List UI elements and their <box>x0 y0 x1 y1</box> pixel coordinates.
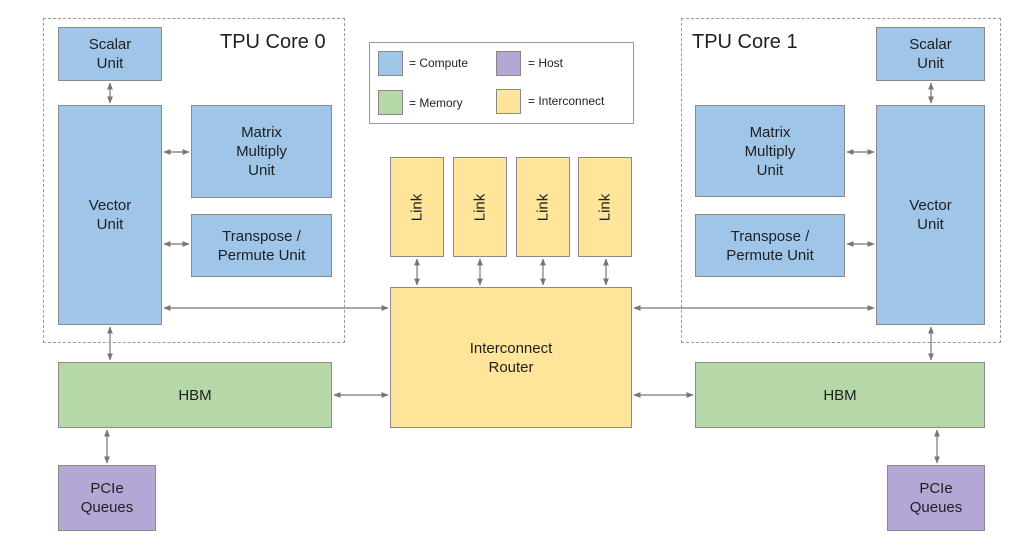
legend-swatch-compute <box>378 51 403 76</box>
scalar-unit-1: Scalar Unit <box>876 27 985 81</box>
matrix-multiply-unit-0: Matrix Multiply Unit <box>191 105 332 198</box>
matrix-multiply-unit-1: Matrix Multiply Unit <box>695 105 845 197</box>
link-2: Link <box>453 157 507 257</box>
tpu-core-0-title: TPU Core 0 <box>220 31 326 53</box>
legend-swatch-host <box>496 51 521 76</box>
hbm-left: HBM <box>58 362 332 428</box>
interconnect-router: Interconnect Router <box>390 287 632 428</box>
legend-label-compute: = Compute <box>409 56 469 70</box>
link-1-label: Link <box>408 193 426 221</box>
link-2-label: Link <box>471 193 489 221</box>
pcie-queues-left: PCIe Queues <box>58 465 156 531</box>
legend-label-memory: = Memory <box>409 96 463 110</box>
transpose-permute-unit-0: Transpose / Permute Unit <box>191 214 332 277</box>
vector-unit-0: Vector Unit <box>58 105 162 325</box>
link-4-label: Link <box>596 193 614 221</box>
legend-label-host: = Host <box>528 56 564 70</box>
link-3: Link <box>516 157 570 257</box>
tpu-core-1-title: TPU Core 1 <box>692 31 798 53</box>
link-3-label: Link <box>534 193 552 221</box>
legend-label-interconnect: = Interconnect <box>528 94 605 108</box>
legend: = Compute = Host = Memory = Interconnect <box>369 42 634 124</box>
hbm-right: HBM <box>695 362 985 428</box>
link-1: Link <box>390 157 444 257</box>
legend-swatch-memory <box>378 90 403 115</box>
legend-swatch-interconnect <box>496 89 521 114</box>
link-4: Link <box>578 157 632 257</box>
pcie-queues-right: PCIe Queues <box>887 465 985 531</box>
transpose-permute-unit-1: Transpose / Permute Unit <box>695 214 845 277</box>
vector-unit-1: Vector Unit <box>876 105 985 325</box>
scalar-unit-0: Scalar Unit <box>58 27 162 81</box>
